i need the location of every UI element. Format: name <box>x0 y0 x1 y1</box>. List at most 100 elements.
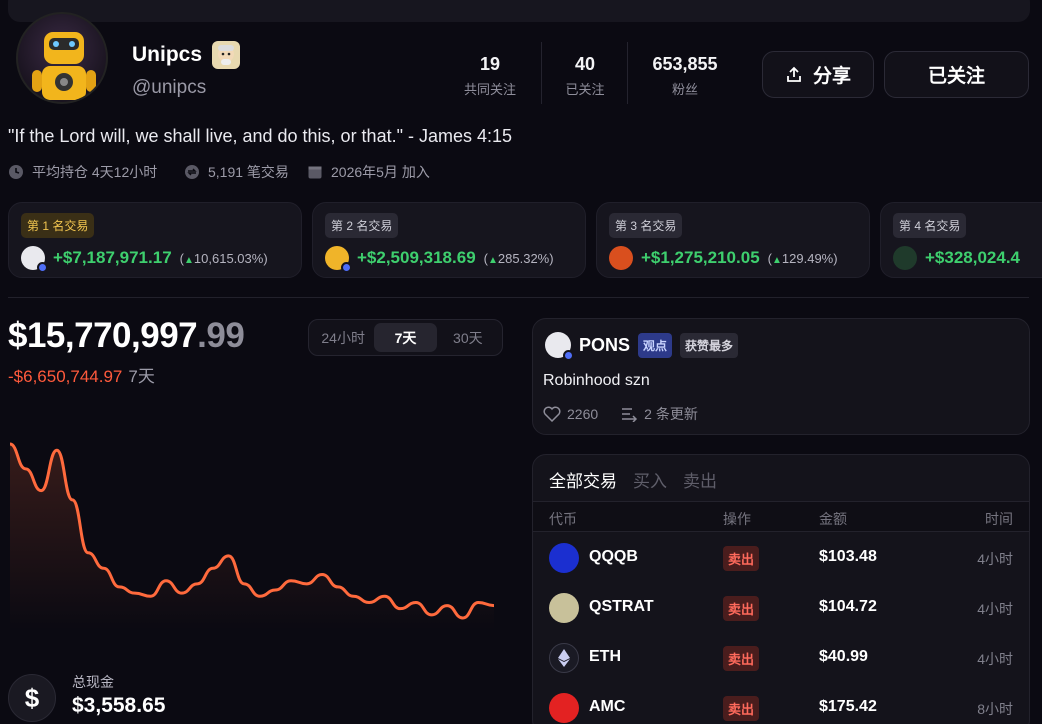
share-label: 分享 <box>812 66 851 87</box>
avg-hold-text: 平均持仓 4天12小时 <box>32 164 158 180</box>
token-symbol: AMC <box>589 698 626 715</box>
trade-filter-tabs: 全部交易 买入 卖出 <box>549 467 717 492</box>
table-row[interactable]: QSTRAT 卖出 $104.72 4小时 <box>533 583 1029 633</box>
clock-icon <box>9 165 23 179</box>
action-badge: 卖出 <box>723 696 760 721</box>
meta-joined: 2026年5月 加入 <box>307 162 430 182</box>
tag-most-liked: 获赞最多 <box>680 332 739 358</box>
up-arrow-icon: ▲ <box>184 254 194 266</box>
like-button[interactable]: 2260 <box>543 406 598 422</box>
col-amount: 金额 <box>819 511 847 527</box>
top-trade-card-1[interactable]: 第 1 名交易 +$7,187,971.17 (▲10,615.03%) <box>8 202 302 278</box>
verified-icon <box>37 262 48 273</box>
action-badge: 卖出 <box>723 646 760 671</box>
cash-label: 总现金 <box>72 674 114 690</box>
stat-followers[interactable]: 653,855 粉丝 <box>640 54 730 98</box>
top-trade-card-4[interactable]: 第 4 名交易 +$328,024.4 <box>880 202 1042 278</box>
meta-avg-hold: 平均持仓 4天12小时 <box>8 162 157 182</box>
share-icon <box>787 66 801 82</box>
pnl-line-chart[interactable] <box>8 430 508 630</box>
change-period: 7天 <box>128 367 155 386</box>
portfolio-value-decimal: .99 <box>197 316 245 355</box>
profile-handle: @unipcs <box>132 77 207 98</box>
trade-amount: $104.72 <box>819 598 877 615</box>
updates-button[interactable]: 2 条更新 <box>620 404 698 424</box>
like-count: 2260 <box>567 406 599 422</box>
follow-button[interactable]: 已关注 <box>884 51 1029 98</box>
rank-badge: 第 4 名交易 <box>893 213 967 238</box>
trade-amount: $175.42 <box>819 698 877 715</box>
verified-icon <box>563 350 574 361</box>
trade-gain: +$328,024.4 <box>925 248 1021 267</box>
token-logo-icon <box>21 246 48 273</box>
updates-count: 2 条更新 <box>644 406 698 422</box>
trade-time: 8小时 <box>977 701 1013 717</box>
tab-7d[interactable]: 7天 <box>374 323 437 352</box>
trade-pct-wrap: (▲10,615.03%) <box>179 250 268 266</box>
tab-30d[interactable]: 30天 <box>437 323 499 352</box>
token-logo-icon <box>893 246 917 270</box>
top-trade-card-2[interactable]: 第 2 名交易 +$2,509,318.69 (▲285.32%) <box>312 202 586 278</box>
trade-gain: +$2,509,318.69 <box>357 248 476 267</box>
tab-all-trades[interactable]: 全部交易 <box>549 467 617 492</box>
trade-pct-wrap: (▲285.32%) <box>483 250 554 266</box>
token-symbol: ETH <box>589 648 621 665</box>
qstrat-logo-icon <box>549 593 579 623</box>
trades-count-text: 5,191 笔交易 <box>208 164 289 180</box>
qqqb-logo-icon <box>549 543 579 573</box>
up-arrow-icon: ▲ <box>488 254 498 266</box>
stat-label: 共同关注 <box>463 82 516 97</box>
top-trade-card-3[interactable]: 第 3 名交易 +$1,275,210.05 (▲129.49%) <box>596 202 870 278</box>
rank-badge: 第 1 名交易 <box>21 213 95 238</box>
stat-number: 19 <box>479 54 501 74</box>
tab-24h[interactable]: 24小时 <box>312 323 374 352</box>
calendar-icon <box>308 166 322 179</box>
top-bar <box>8 0 1030 22</box>
trade-time: 4小时 <box>977 651 1013 667</box>
trade-gain: +$1,275,210.05 <box>641 248 760 267</box>
up-arrow-icon: ▲ <box>772 254 782 266</box>
joined-text: 2026年5月 加入 <box>331 164 430 180</box>
stat-number: 653,855 <box>652 54 718 74</box>
action-badge: 卖出 <box>723 546 760 571</box>
post-card[interactable]: PONS 观点 获赞最多 Robinhood szn 2260 2 条更新 <box>532 318 1030 435</box>
verified-icon <box>341 262 352 273</box>
token-logo-icon <box>325 246 352 273</box>
profile-avatar[interactable] <box>16 12 108 104</box>
trade-amount: $40.99 <box>819 648 868 665</box>
tab-sell[interactable]: 卖出 <box>683 467 717 492</box>
change-amount: -$6,650,744.97 <box>8 367 123 386</box>
stat-label: 粉丝 <box>671 82 698 97</box>
post-footer: 2260 2 条更新 <box>543 404 698 424</box>
section-divider <box>8 297 1029 298</box>
token-symbol: QQQB <box>589 548 638 565</box>
eth-logo-icon <box>549 643 579 673</box>
share-button[interactable]: 分享 <box>762 51 874 98</box>
trade-time: 4小时 <box>977 601 1013 617</box>
stat-number: 40 <box>574 54 596 74</box>
follow-label: 已关注 <box>927 66 985 87</box>
token-logo-icon <box>609 246 633 270</box>
trade-gain: +$7,187,971.17 <box>53 248 172 267</box>
cash-value: $3,558.65 <box>72 694 166 717</box>
trades-panel: 全部交易 买入 卖出 代币 操作 金额 时间 QQQB 卖出 $103.48 4… <box>532 454 1030 724</box>
stat-following[interactable]: 40 已关注 <box>555 54 615 98</box>
trade-pct-wrap: (▲129.49%) <box>767 250 838 266</box>
divider <box>627 42 628 104</box>
profile-name: Unipcs <box>132 43 203 66</box>
post-ticker[interactable]: PONS <box>579 335 630 356</box>
trade-pct: 10,615.03% <box>193 250 264 266</box>
trade-time: 4小时 <box>977 551 1013 567</box>
stat-mutual[interactable]: 19 共同关注 <box>455 54 525 98</box>
post-header: PONS 观点 获赞最多 <box>545 332 739 361</box>
col-token: 代币 <box>549 511 577 527</box>
divider <box>541 42 542 104</box>
tab-buy[interactable]: 买入 <box>633 467 667 492</box>
cash-dollar-icon: $ <box>8 674 56 722</box>
action-badge: 卖出 <box>723 596 760 621</box>
table-row[interactable]: ETH 卖出 $40.99 4小时 <box>533 633 1029 683</box>
table-row[interactable]: QQQB 卖出 $103.48 4小时 <box>533 533 1029 583</box>
rank-badge: 第 2 名交易 <box>325 213 399 238</box>
table-row[interactable]: AMC 卖出 $175.42 8小时 <box>533 683 1029 724</box>
exchange-icon <box>185 165 199 179</box>
